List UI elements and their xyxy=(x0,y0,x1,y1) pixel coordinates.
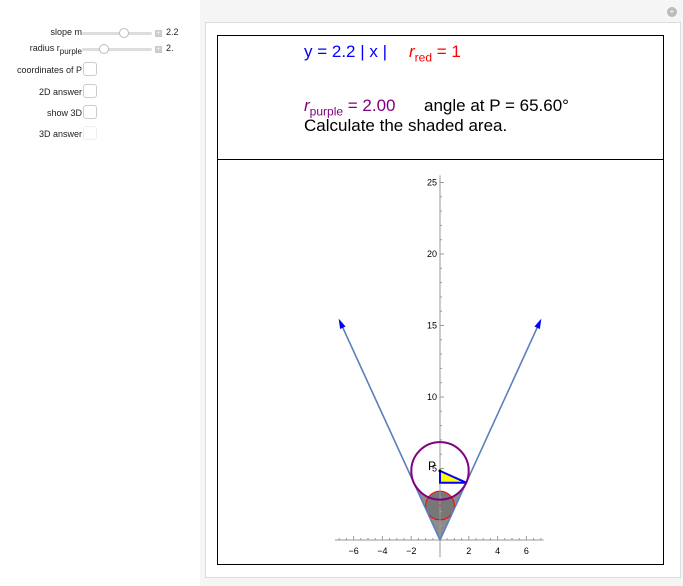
arrow-head-right xyxy=(534,318,542,329)
x-tick-label: 4 xyxy=(495,546,500,556)
x-tick-label: 2 xyxy=(466,546,471,556)
x-tick-label: −4 xyxy=(377,546,387,556)
line-left xyxy=(339,321,441,541)
x-tick-label: 6 xyxy=(524,546,529,556)
y-tick-label: 10 xyxy=(427,392,437,402)
y-tick-label: 20 xyxy=(427,249,437,259)
x-tick-label: −2 xyxy=(406,546,416,556)
y-tick-label: 25 xyxy=(427,178,437,188)
point-p-label: P xyxy=(428,459,436,473)
arrow-head-left xyxy=(338,318,346,329)
plot: −6 −4 −2 2 4 6510152025P xyxy=(334,175,544,558)
y-tick-label: 15 xyxy=(427,321,437,331)
point-p xyxy=(438,469,442,473)
line-right xyxy=(439,321,541,541)
x-tick-label: −6 xyxy=(348,546,358,556)
